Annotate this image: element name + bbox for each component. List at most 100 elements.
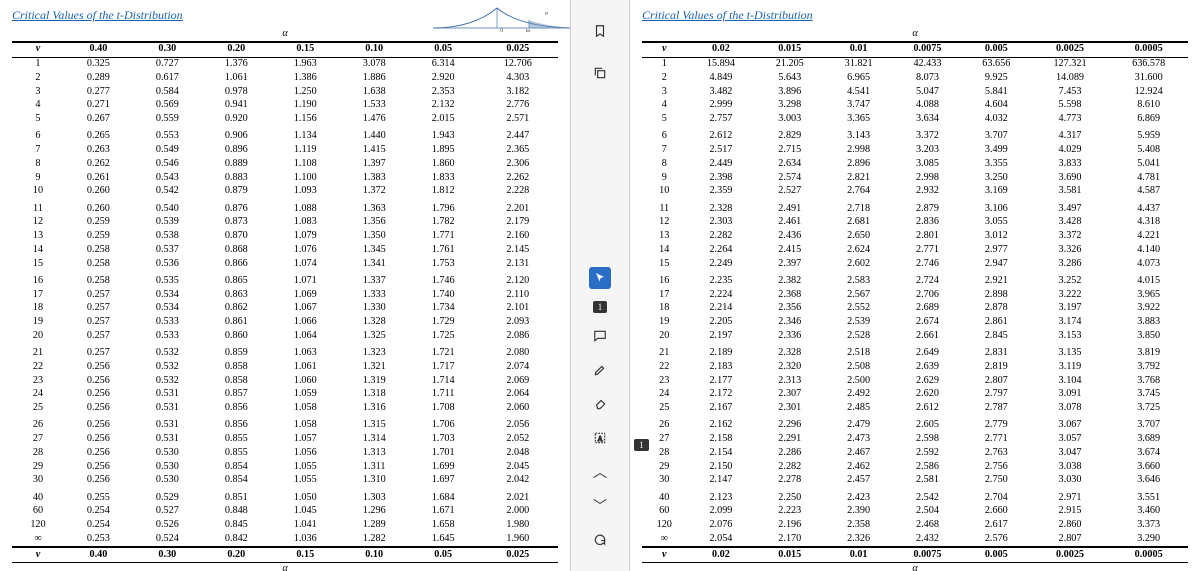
value-cell: 2.706 [893, 288, 962, 302]
value-cell: 1.771 [409, 230, 478, 244]
df-cell: 9 [642, 171, 687, 185]
df-cell: 4 [642, 99, 687, 113]
value-cell: 0.532 [133, 374, 202, 388]
value-cell: 2.093 [478, 316, 558, 330]
df-cell: 8 [642, 157, 687, 171]
value-cell: 0.256 [64, 474, 133, 488]
value-cell: 63.656 [962, 57, 1031, 71]
value-cell: 3.252 [1031, 271, 1110, 288]
value-cell: 2.920 [409, 71, 478, 85]
value-cell: 3.850 [1109, 329, 1188, 343]
value-cell: 1.386 [271, 71, 340, 85]
value-cell: 1.943 [409, 126, 478, 143]
df-cell: ∞ [12, 532, 64, 547]
table-row: ∞0.2530.5240.8421.0361.2821.6451.960 [12, 532, 558, 547]
value-cell: 0.856 [202, 402, 271, 416]
value-cell: 0.549 [133, 144, 202, 158]
value-cell: 2.831 [962, 343, 1031, 360]
alpha-column-header: 0.20 [202, 547, 271, 562]
value-cell: 2.620 [893, 388, 962, 402]
alpha-footer: α [642, 562, 1188, 571]
value-cell: 5.041 [1109, 157, 1188, 171]
value-cell: 0.258 [64, 271, 133, 288]
value-cell: 4.029 [1031, 144, 1110, 158]
value-cell: 0.265 [64, 126, 133, 143]
value-cell: 0.978 [202, 85, 271, 99]
chevron-up-icon[interactable]: ︿ [589, 461, 611, 483]
value-cell: 2.829 [755, 126, 824, 143]
value-cell: 1.067 [271, 302, 340, 316]
value-cell: 2.397 [755, 257, 824, 271]
copy-icon[interactable] [589, 62, 611, 84]
value-cell: 3.428 [1031, 216, 1110, 230]
text-select-icon[interactable]: A [589, 427, 611, 449]
value-cell: 1.440 [340, 126, 409, 143]
value-cell: 2.492 [824, 388, 893, 402]
value-cell: 2.787 [962, 402, 1031, 416]
refresh-icon[interactable] [589, 529, 611, 551]
value-cell: 2.291 [755, 433, 824, 447]
value-cell: 1.056 [271, 446, 340, 460]
value-cell: 2.346 [755, 316, 824, 330]
value-cell: 2.797 [962, 388, 1031, 402]
value-cell: 1.812 [409, 185, 478, 199]
value-cell: 2.977 [962, 243, 1031, 257]
value-cell: 2.771 [962, 433, 1031, 447]
left-page: Critical Values of the t-Distribution 0 … [0, 0, 570, 571]
value-cell: 2.467 [824, 446, 893, 460]
value-cell: 31.821 [824, 57, 893, 71]
value-cell: 1.333 [340, 288, 409, 302]
table-row: 242.1722.3072.4922.6202.7973.0913.745 [642, 388, 1188, 402]
bookmark-icon[interactable] [589, 20, 611, 42]
value-cell: 1.729 [409, 316, 478, 330]
value-cell: 1.415 [340, 144, 409, 158]
df-cell: 16 [642, 271, 687, 288]
value-cell: 4.073 [1109, 257, 1188, 271]
comment-icon[interactable] [589, 325, 611, 347]
value-cell: 0.532 [133, 360, 202, 374]
table-row: 270.2560.5310.8551.0571.3141.7032.052 [12, 433, 558, 447]
table-row: 232.1772.3132.5002.6292.8073.1043.768 [642, 374, 1188, 388]
value-cell: 2.517 [687, 144, 756, 158]
value-cell: 2.718 [824, 199, 893, 216]
df-cell: 120 [12, 519, 64, 533]
value-cell: 0.259 [64, 216, 133, 230]
value-cell: 0.257 [64, 343, 133, 360]
value-cell: 3.819 [1109, 343, 1188, 360]
value-cell: 1.041 [271, 519, 340, 533]
value-cell: 1.311 [340, 460, 409, 474]
alpha-column-header: 0.0005 [1109, 547, 1188, 562]
value-cell: 0.271 [64, 99, 133, 113]
value-cell: 0.883 [202, 171, 271, 185]
value-cell: 0.527 [133, 505, 202, 519]
value-cell: 2.356 [755, 302, 824, 316]
value-cell: 2.069 [478, 374, 558, 388]
value-cell: 1.074 [271, 257, 340, 271]
highlight-icon[interactable] [589, 359, 611, 381]
value-cell: 0.859 [202, 343, 271, 360]
value-cell: 1.282 [340, 532, 409, 547]
value-cell: 3.286 [1031, 257, 1110, 271]
value-cell: 2.779 [962, 415, 1031, 432]
value-cell: 2.639 [893, 360, 962, 374]
value-cell: 2.504 [893, 505, 962, 519]
table-row: 402.1232.2502.4232.5422.7042.9713.551 [642, 488, 1188, 505]
value-cell: 3.482 [687, 85, 756, 99]
table-title[interactable]: Critical Values of the t-Distribution [642, 8, 1188, 23]
value-cell: 3.372 [893, 126, 962, 143]
value-cell: 1.076 [271, 243, 340, 257]
value-cell: 0.617 [133, 71, 202, 85]
chevron-down-icon[interactable]: ﹀ [589, 495, 611, 517]
value-cell: 0.254 [64, 505, 133, 519]
erase-icon[interactable] [589, 393, 611, 415]
alpha-header: α [642, 27, 1188, 42]
table-row: 230.2560.5320.8581.0601.3191.7142.069 [12, 374, 558, 388]
value-cell: 0.855 [202, 446, 271, 460]
value-cell: 2.042 [478, 474, 558, 488]
value-cell: 0.260 [64, 199, 133, 216]
value-cell: 2.861 [962, 316, 1031, 330]
table-row: 115.89421.20531.82142.43363.656127.32163… [642, 57, 1188, 71]
value-cell: 0.531 [133, 433, 202, 447]
value-cell: 0.532 [133, 343, 202, 360]
cursor-icon[interactable] [589, 267, 611, 289]
